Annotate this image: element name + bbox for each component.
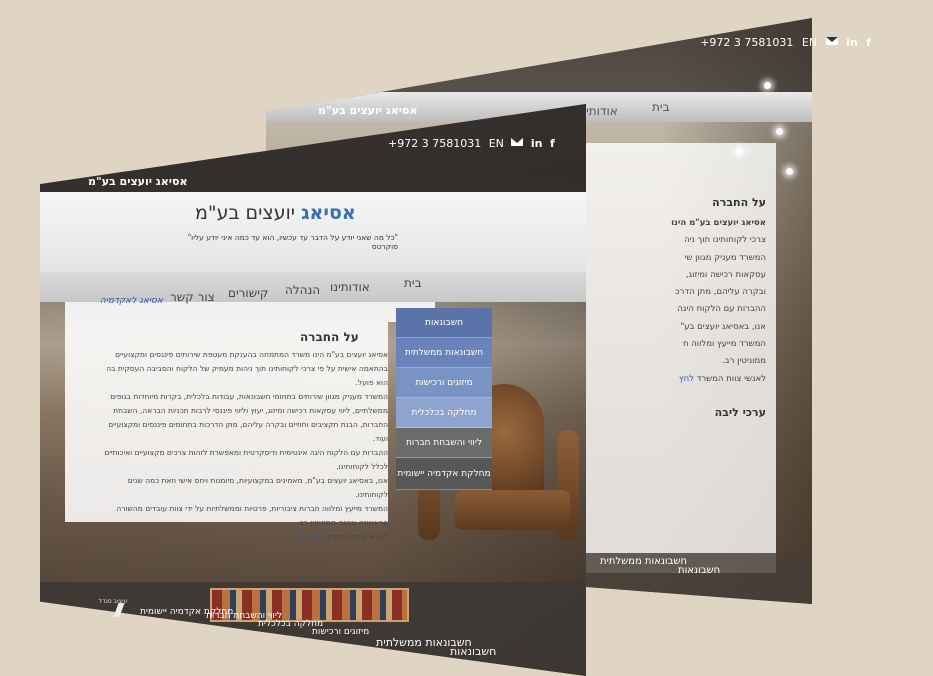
footer-accounting[interactable]: חשבונאות: [450, 645, 496, 658]
sidebar-item-company-support[interactable]: ליווי והשבחת חברות: [396, 428, 492, 458]
back-about-line: אנו, באסיאג יועצים בע": [680, 321, 766, 332]
armchair-seat: [455, 490, 570, 530]
front-logo-small[interactable]: אסיאג יועצים בע"מ: [88, 175, 187, 188]
back-about-line: המשרד מייעץ ומלווה ח: [682, 339, 766, 350]
phone-number[interactable]: +972 3 7581031: [388, 137, 481, 150]
ceiling-light: [786, 168, 793, 175]
sidebar-item-academy[interactable]: מחלקת אקדמיה יישומית: [396, 458, 492, 490]
back-about-line: ההברות עם הלקוח היגה: [677, 304, 766, 315]
back-about-section: על החברה אסיאג יועצים בע"מ הינו צרכי לקו…: [586, 196, 766, 419]
front-quote: "כל מה שאני יודע על הדבר עד עכשיו, הוא ע…: [187, 233, 398, 251]
content-paragraph: ההברות עם הלקוח היגה אינטימית ודיסקרטית …: [104, 448, 388, 471]
lang-switch[interactable]: EN: [802, 36, 817, 49]
back-contact-bar: +972 3 7581031 EN in f: [695, 36, 871, 49]
ceiling-light: [776, 128, 783, 135]
content-paragraph: אנו, באסיאג יועצים בע"מ, מאמינים במקצועי…: [127, 476, 388, 499]
footer-mergers[interactable]: מיזוגים ורכישות: [312, 627, 369, 637]
menu-contact[interactable]: צור קשר: [170, 290, 215, 304]
back-signoff-link[interactable]: לחץ: [679, 374, 694, 384]
mail-icon[interactable]: [511, 138, 524, 146]
sidebar-item-gov-accounting[interactable]: חשבונאות ממשלתית: [396, 338, 492, 368]
content-paragraph: אסיאג יועצים בע"מ הינו משרד המתמחה בהענק…: [106, 350, 388, 387]
content-title: על החברה: [300, 330, 359, 344]
back-about-line: אסיאג יועצים בע"מ הינו: [671, 218, 766, 228]
back-top-bar: [266, 18, 812, 98]
menu-home[interactable]: בית: [404, 276, 422, 290]
front-logo-big[interactable]: אסיאג יועצים בע"מ: [195, 202, 356, 224]
linkedin-icon[interactable]: in: [531, 137, 543, 150]
designer-credit[interactable]: עיצוב סנדל: [95, 598, 131, 606]
menu-links[interactable]: קישורים: [228, 286, 268, 300]
facebook-icon[interactable]: f: [550, 137, 555, 150]
content-paragraph: המשרד מעניק מגוון שירותים בתחומי חשבונאו…: [108, 392, 388, 443]
front-contact-bar: +972 3 7581031 EN in f: [388, 137, 559, 150]
content-paragraph: המשרד מייעץ ומלווה חברות ציבוריות, פרטיו…: [116, 504, 388, 527]
back-logo[interactable]: אסיאג יועצים בע"מ: [318, 104, 417, 117]
back-about-line: צרכי לקוחותינו תוך ניה: [684, 235, 766, 246]
ceiling-light: [764, 82, 771, 89]
back-about-line: ממוניטין רב.: [721, 356, 766, 367]
lang-switch[interactable]: EN: [489, 137, 504, 150]
phone-number[interactable]: +972 3 7581031: [700, 36, 793, 49]
linkedin-icon[interactable]: in: [846, 36, 858, 49]
back-footer-gov-accounting[interactable]: חשבונאות ממשלתית: [600, 556, 687, 567]
sidebar-item-mergers[interactable]: מיזוגים ורכישות: [396, 368, 492, 398]
logo-brand: אסיאג: [301, 202, 356, 224]
back-about-line: ובקרה עליהם, מתן הדרכ: [675, 287, 766, 298]
facebook-icon[interactable]: f: [866, 36, 871, 49]
content-signoff-link[interactable]: לחץ כאן: [298, 532, 325, 541]
academy-tagline[interactable]: אסיאג לאקדמיה: [100, 296, 163, 306]
menu-about[interactable]: אודותינו: [330, 280, 370, 294]
logo-rest: יועצים בע"מ: [195, 202, 296, 224]
content-body: אסיאג יועצים בע"מ הינו משרד המתמחה בהענק…: [100, 348, 388, 544]
back-about-title: על החברה: [712, 196, 766, 209]
sidebar-item-economics[interactable]: מחלקה בכלכלית: [396, 398, 492, 428]
back-signoff: לאנשי צוות המשרד: [696, 373, 766, 384]
back-about-line: עסקאות רכישה ומיזוג,: [685, 269, 766, 280]
content-signoff: לאנשי צוות המשרד: [326, 532, 388, 541]
back-about-line: המשרד מעניק מגוון שי: [684, 252, 766, 263]
back-core-values-title: ערכי ליבה: [714, 405, 766, 419]
menu-management[interactable]: הנהלה: [285, 283, 320, 297]
mail-icon[interactable]: [825, 37, 838, 45]
sidebar-item-accounting[interactable]: חשבונאות: [396, 308, 492, 338]
back-menu-home[interactable]: בית: [652, 100, 670, 114]
